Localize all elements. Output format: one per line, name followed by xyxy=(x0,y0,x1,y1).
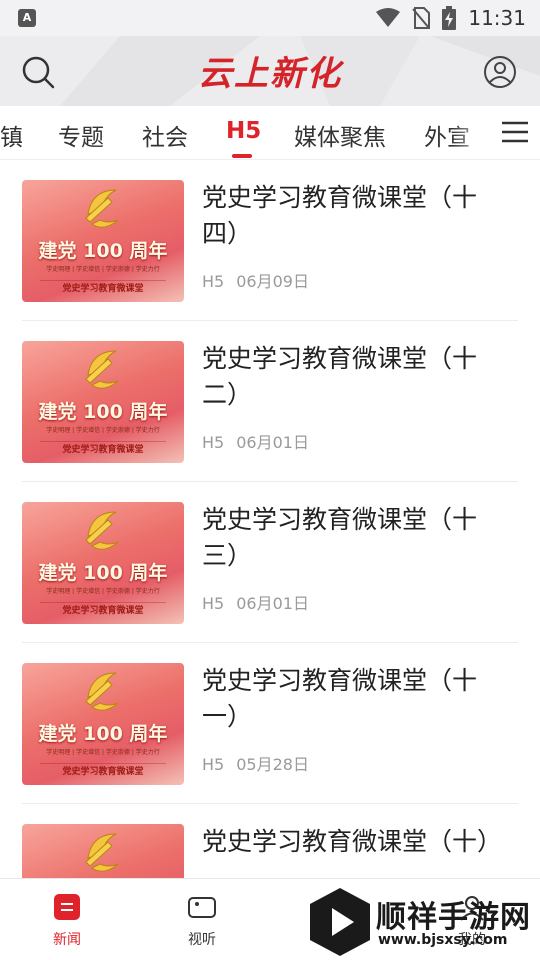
party-emblem-icon xyxy=(85,350,119,389)
tab-h5[interactable]: H5 xyxy=(226,118,261,144)
thumbnail-subtitle: 学史明理 | 学史增信 | 学史崇德 | 学史力行 xyxy=(46,588,160,595)
thumbnail-band: 党史学习教育微课堂 xyxy=(40,441,166,457)
menu-icon[interactable] xyxy=(492,106,540,158)
thumbnail-subtitle: 学史明理 | 学史增信 | 学史崇德 | 学史力行 xyxy=(46,749,160,756)
active-tab-indicator xyxy=(232,154,252,158)
article-tag: H5 xyxy=(202,755,225,774)
article-thumbnail: 建党 100 周年 学史明理 | 学史增信 | 学史崇德 | 学史力行 党史学习… xyxy=(22,663,184,785)
tab-zhen[interactable]: 镇 xyxy=(0,118,23,152)
no-sim-icon xyxy=(412,7,431,29)
tab-society[interactable]: 社会 xyxy=(142,118,188,152)
article-meta: H5 05月28日 xyxy=(202,751,309,775)
video-icon xyxy=(188,897,216,918)
thumbnail-band: 党史学习教育微课堂 xyxy=(40,280,166,296)
article-tag: H5 xyxy=(202,433,225,452)
party-emblem-icon xyxy=(85,511,119,550)
news-icon xyxy=(54,894,80,920)
article-date: 06月01日 xyxy=(236,594,309,613)
article-meta: H5 06月01日 xyxy=(202,429,309,453)
status-time: 11:31 xyxy=(468,6,526,30)
battery-charging-icon xyxy=(442,6,457,30)
tabs-fade xyxy=(452,106,492,158)
thumbnail-title: 建党 100 周年 xyxy=(38,240,168,262)
article-thumbnail: 建党 100 周年 学史明理 | 学史增信 | 学史崇德 | 学史力行 党史学习… xyxy=(22,341,184,463)
thumbnail-band: 党史学习教育微课堂 xyxy=(40,602,166,618)
article-date: 05月28日 xyxy=(236,755,309,774)
party-emblem-icon xyxy=(85,833,119,872)
article-list[interactable]: 建党 100 周年 学史明理 | 学史增信 | 学史崇德 | 学史力行 党史学习… xyxy=(0,160,540,878)
article-date: 06月01日 xyxy=(236,433,309,452)
watermark-text: 顺祥手游网 xyxy=(376,900,531,935)
party-emblem-icon xyxy=(85,189,119,228)
app-notification-icon: A xyxy=(18,9,36,27)
article-title[interactable]: 党史学习教育微课堂（十三） xyxy=(202,502,502,574)
article-thumbnail: 建党 100 周年 学史明理 | 学史增信 | 学史崇德 | 学史力行 党史学习… xyxy=(22,502,184,624)
thumbnail-band: 党史学习教育微课堂 xyxy=(40,763,166,779)
article-title[interactable]: 党史学习教育微课堂（十） xyxy=(202,824,502,860)
app-header: 云上新化 xyxy=(0,36,540,106)
user-icon[interactable] xyxy=(480,52,520,92)
article-thumbnail: 建党 100 周年 xyxy=(22,824,184,878)
site-watermark: 顺祥手游网 www.bjsxsy.com xyxy=(304,882,540,960)
article-title[interactable]: 党史学习教育微课堂（十二） xyxy=(202,341,502,413)
article-meta: H5 06月01日 xyxy=(202,590,309,614)
article-title[interactable]: 党史学习教育微课堂（十四） xyxy=(202,180,502,252)
thumbnail-title: 建党 100 周年 xyxy=(38,723,168,745)
wifi-icon xyxy=(376,8,401,27)
article-meta: H5 06月09日 xyxy=(202,268,309,292)
article-title[interactable]: 党史学习教育微课堂（十一） xyxy=(202,663,502,735)
thumbnail-title: 建党 100 周年 xyxy=(38,401,168,423)
article-tag: H5 xyxy=(202,594,225,613)
watermark-logo-icon xyxy=(310,888,370,956)
list-item[interactable]: 建党 100 周年 学史明理 | 学史增信 | 学史崇德 | 学史力行 党史学习… xyxy=(22,321,518,482)
tab-special[interactable]: 专题 xyxy=(58,118,104,152)
app-logo: 云上新化 xyxy=(198,54,342,94)
list-item[interactable]: 建党 100 周年 学史明理 | 学史增信 | 学史崇德 | 学史力行 党史学习… xyxy=(22,160,518,321)
list-item[interactable]: 建党 100 周年 党史学习教育微课堂（十） xyxy=(22,804,518,878)
list-item[interactable]: 建党 100 周年 学史明理 | 学史增信 | 学史崇德 | 学史力行 党史学习… xyxy=(22,643,518,804)
party-emblem-icon xyxy=(85,672,119,711)
category-tabs: 镇 专题 社会 H5 媒体聚焦 外宣 xyxy=(0,106,540,160)
article-thumbnail: 建党 100 周年 学史明理 | 学史增信 | 学史崇德 | 学史力行 党史学习… xyxy=(22,180,184,302)
nav-label: 新闻 xyxy=(53,932,81,948)
tab-media-focus[interactable]: 媒体聚焦 xyxy=(294,118,386,152)
article-date: 06月09日 xyxy=(236,272,309,291)
thumbnail-subtitle: 学史明理 | 学史增信 | 学史崇德 | 学史力行 xyxy=(46,266,160,273)
nav-video[interactable]: 视听 xyxy=(157,879,247,960)
watermark-url: www.bjsxsy.com xyxy=(378,932,508,948)
list-item[interactable]: 建党 100 周年 学史明理 | 学史增信 | 学史崇德 | 学史力行 党史学习… xyxy=(22,482,518,643)
article-tag: H5 xyxy=(202,272,225,291)
status-bar: A 11:31 xyxy=(0,0,540,36)
nav-label: 视听 xyxy=(188,932,216,948)
nav-news[interactable]: 新闻 xyxy=(22,879,112,960)
status-icons: 11:31 xyxy=(376,0,526,36)
thumbnail-title: 建党 100 周年 xyxy=(38,562,168,584)
thumbnail-subtitle: 学史明理 | 学史增信 | 学史崇德 | 学史力行 xyxy=(46,427,160,434)
